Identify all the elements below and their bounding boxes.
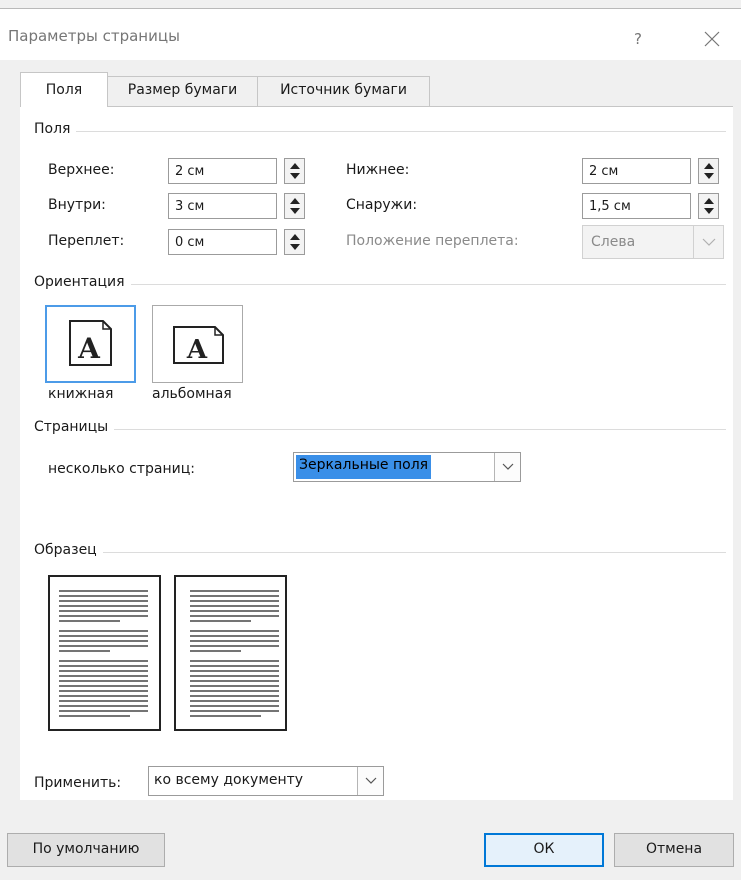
set-as-default-button[interactable]: По умолчанию	[7, 833, 165, 867]
close-button[interactable]	[694, 21, 730, 57]
chevron-down-icon	[357, 767, 383, 795]
preview-page-left	[48, 575, 161, 731]
bottom-margin-input[interactable]: 2 см	[582, 158, 691, 184]
cancel-button[interactable]: Отмена	[614, 833, 734, 867]
tab-margins[interactable]: Поля	[20, 72, 108, 107]
ok-button[interactable]: ОК	[484, 833, 604, 867]
portrait-page-icon: A	[69, 320, 112, 366]
landscape-button[interactable]: A	[152, 305, 243, 383]
gutter-spinner[interactable]	[284, 229, 305, 255]
apply-to-value: ко всему документу	[154, 772, 304, 788]
apply-to-label: Применить:	[34, 775, 122, 791]
preview-text-lines-left	[59, 590, 148, 717]
outside-margin-label: Снаружи:	[346, 197, 418, 213]
gutter-position-value: Слева	[591, 234, 636, 250]
multiple-pages-value: Зеркальные поля	[296, 455, 432, 479]
landscape-page-icon: A	[173, 326, 224, 365]
landscape-label: альбомная	[152, 386, 232, 402]
tab-paper-source[interactable]: Источник бумаги	[258, 76, 430, 106]
top-margin-input[interactable]: 2 см	[168, 158, 277, 184]
bottom-margin-label: Нижнее:	[346, 162, 410, 178]
page-setup-dialog: Параметры страницы ? Размер бумаги Источ…	[0, 0, 741, 880]
help-button[interactable]: ?	[622, 23, 654, 55]
outside-margin-input[interactable]: 1,5 см	[582, 193, 691, 219]
gutter-position-select: Слева	[582, 225, 724, 259]
preview-group-label: Образец	[34, 542, 103, 558]
apply-to-select[interactable]: ко всему документу	[148, 766, 384, 796]
gutter-position-label: Положение переплета:	[346, 233, 519, 249]
gutter-label: Переплет:	[48, 233, 125, 249]
preview-text-lines-right	[190, 590, 279, 717]
dialog-title: Параметры страницы	[8, 27, 180, 45]
portrait-label: книжная	[48, 386, 114, 402]
tab-paper-size[interactable]: Размер бумаги	[108, 76, 258, 106]
margins-group-line	[34, 131, 726, 132]
top-margin-spinner[interactable]	[284, 158, 305, 184]
top-margin-label: Верхнее:	[48, 162, 115, 178]
outside-margin-spinner[interactable]	[698, 193, 719, 219]
portrait-button[interactable]: A	[45, 305, 136, 383]
bottom-margin-spinner[interactable]	[698, 158, 719, 184]
inside-margin-spinner[interactable]	[284, 193, 305, 219]
title-bar: Параметры страницы ?	[0, 9, 741, 60]
margins-group-label: Поля	[34, 121, 77, 137]
chevron-down-icon	[494, 453, 520, 481]
pages-group-label: Страницы	[34, 419, 115, 435]
orientation-group-label: Ориентация	[34, 274, 131, 290]
multiple-pages-select[interactable]: Зеркальные поля	[293, 452, 521, 482]
portrait-glyph: A	[77, 332, 101, 365]
preview-group-line	[34, 552, 726, 553]
pages-group-line	[34, 429, 726, 430]
orientation-group-line	[34, 284, 726, 285]
landscape-glyph: A	[186, 335, 208, 365]
gutter-input[interactable]: 0 см	[168, 229, 277, 255]
preview-page-right	[174, 575, 287, 731]
close-icon	[704, 31, 720, 47]
chevron-down-icon	[693, 226, 723, 258]
inside-margin-input[interactable]: 3 см	[168, 193, 277, 219]
multiple-pages-label: несколько страниц:	[48, 461, 195, 477]
inside-margin-label: Внутри:	[48, 197, 106, 213]
